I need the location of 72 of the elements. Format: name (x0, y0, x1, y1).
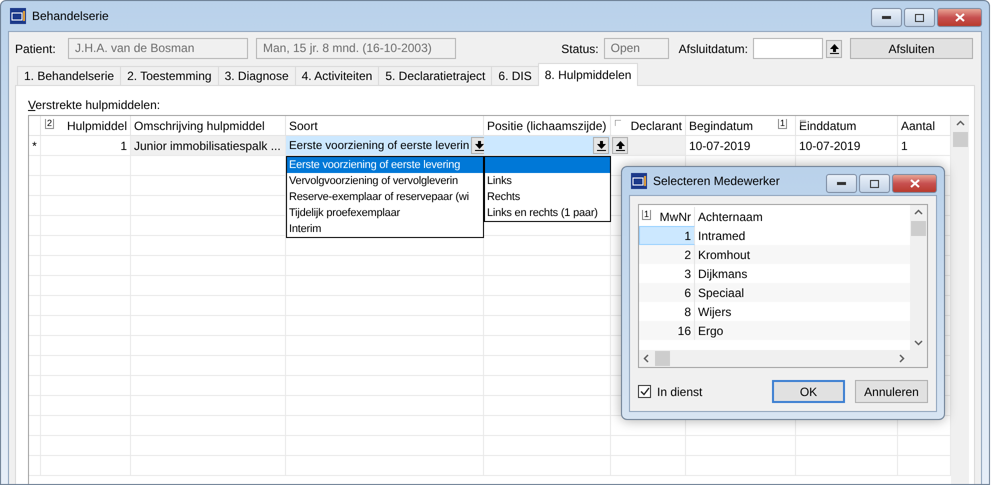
patient-name-field: J.H.A. van de Bosman (68, 38, 248, 59)
cancel-button[interactable]: Annuleren (855, 380, 928, 403)
declarant-button[interactable] (612, 137, 628, 154)
scrollbar-thumb[interactable] (911, 221, 926, 236)
checkbox[interactable] (638, 385, 651, 398)
field-label: Afsluitdatum: (678, 42, 748, 56)
minimize-button[interactable] (871, 8, 902, 27)
minimize-icon (837, 182, 846, 185)
table-cell: Junior immobilisatiespalk ... (131, 136, 286, 156)
scroll-down-icon[interactable] (914, 340, 923, 346)
table-cell[interactable]: Kromhout (695, 245, 910, 264)
status-field: Open (604, 38, 669, 59)
table-cell[interactable]: Speciaal (695, 283, 910, 302)
tab[interactable]: 2. Toestemming (120, 66, 219, 85)
window-title: Behandelserie (32, 9, 109, 23)
table-cell[interactable]: 2 (639, 245, 695, 264)
minimize-icon (882, 16, 891, 19)
close-icon (910, 179, 920, 188)
up-arrow-icon (830, 44, 838, 54)
close-button[interactable] (937, 8, 982, 27)
close-button[interactable] (892, 174, 937, 193)
close-series-button[interactable]: Afsluiten (850, 38, 973, 59)
app-logo-icon (631, 173, 647, 189)
scroll-up-icon[interactable] (914, 209, 923, 215)
table-cell[interactable]: Wijers (695, 302, 910, 321)
close-icon (954, 13, 964, 22)
dialog-title: Selecteren Medewerker (653, 174, 780, 188)
tab[interactable]: 8. Hulpmiddelen (538, 63, 638, 86)
maximize-button[interactable] (904, 8, 935, 27)
table-cell[interactable]: Dijkmans (695, 264, 910, 283)
down-arrow-icon (596, 140, 606, 150)
field-label: Status: (561, 42, 599, 56)
dropdown-option[interactable]: Eerste voorziening of eerste levering (287, 157, 483, 173)
header-corner (29, 116, 41, 136)
date-button[interactable] (826, 40, 842, 58)
column-header[interactable]: Einddatum (796, 116, 898, 136)
soort-dropdown[interactable]: Eerste voorziening of eerste leverin (286, 136, 484, 156)
maximize-button[interactable] (859, 174, 890, 193)
column-header[interactable]: 2 Hulpmiddel (41, 116, 131, 136)
ok-button[interactable]: OK (772, 380, 845, 403)
minimize-button[interactable] (826, 174, 857, 193)
field-label: Patient: (15, 42, 57, 56)
tab[interactable]: 1. Behandelserie (17, 66, 122, 85)
patient-info-field: Man, 15 jr. 8 mnd. (16-10-2003) (256, 38, 456, 59)
check-icon (640, 387, 650, 396)
column-header[interactable]: Begindatum 1 (686, 116, 796, 136)
table-cell: 10-07-2019 (796, 136, 898, 156)
table-cell[interactable]: 16 (639, 321, 695, 340)
down-arrow-icon (474, 140, 484, 150)
scrollbar-thumb[interactable] (655, 351, 670, 366)
up-arrow-icon (616, 140, 624, 150)
table-cell[interactable]: 6 (639, 283, 695, 302)
checkbox-label: In dienst (657, 384, 702, 398)
maximize-icon (915, 14, 924, 22)
date-field[interactable] (753, 38, 823, 59)
table-cell[interactable]: Intramed (695, 226, 910, 245)
table-cell: 10-07-2019 (686, 136, 796, 156)
table-cell[interactable]: Ergo (695, 321, 910, 340)
app-logo-icon (10, 8, 26, 24)
table-cell[interactable]: 1 (639, 226, 695, 245)
scrollbar-thumb[interactable] (952, 132, 968, 147)
scroll-right-icon[interactable] (899, 354, 905, 363)
tab[interactable]: 5. Declaratietraject (378, 66, 492, 85)
scroll-up-icon[interactable] (956, 120, 964, 126)
section-label: Verstrekte hulpmiddelen: (28, 98, 162, 112)
maximize-icon (870, 180, 879, 188)
sort-order-icon: 2 (45, 119, 54, 129)
scroll-left-icon[interactable] (643, 354, 649, 363)
sort-order-icon: 1 (778, 119, 788, 129)
column-header[interactable]: Achternaam (695, 207, 910, 226)
sort-order-icon: 1 (642, 210, 652, 220)
tab[interactable]: 3. Diagnose (218, 66, 296, 85)
